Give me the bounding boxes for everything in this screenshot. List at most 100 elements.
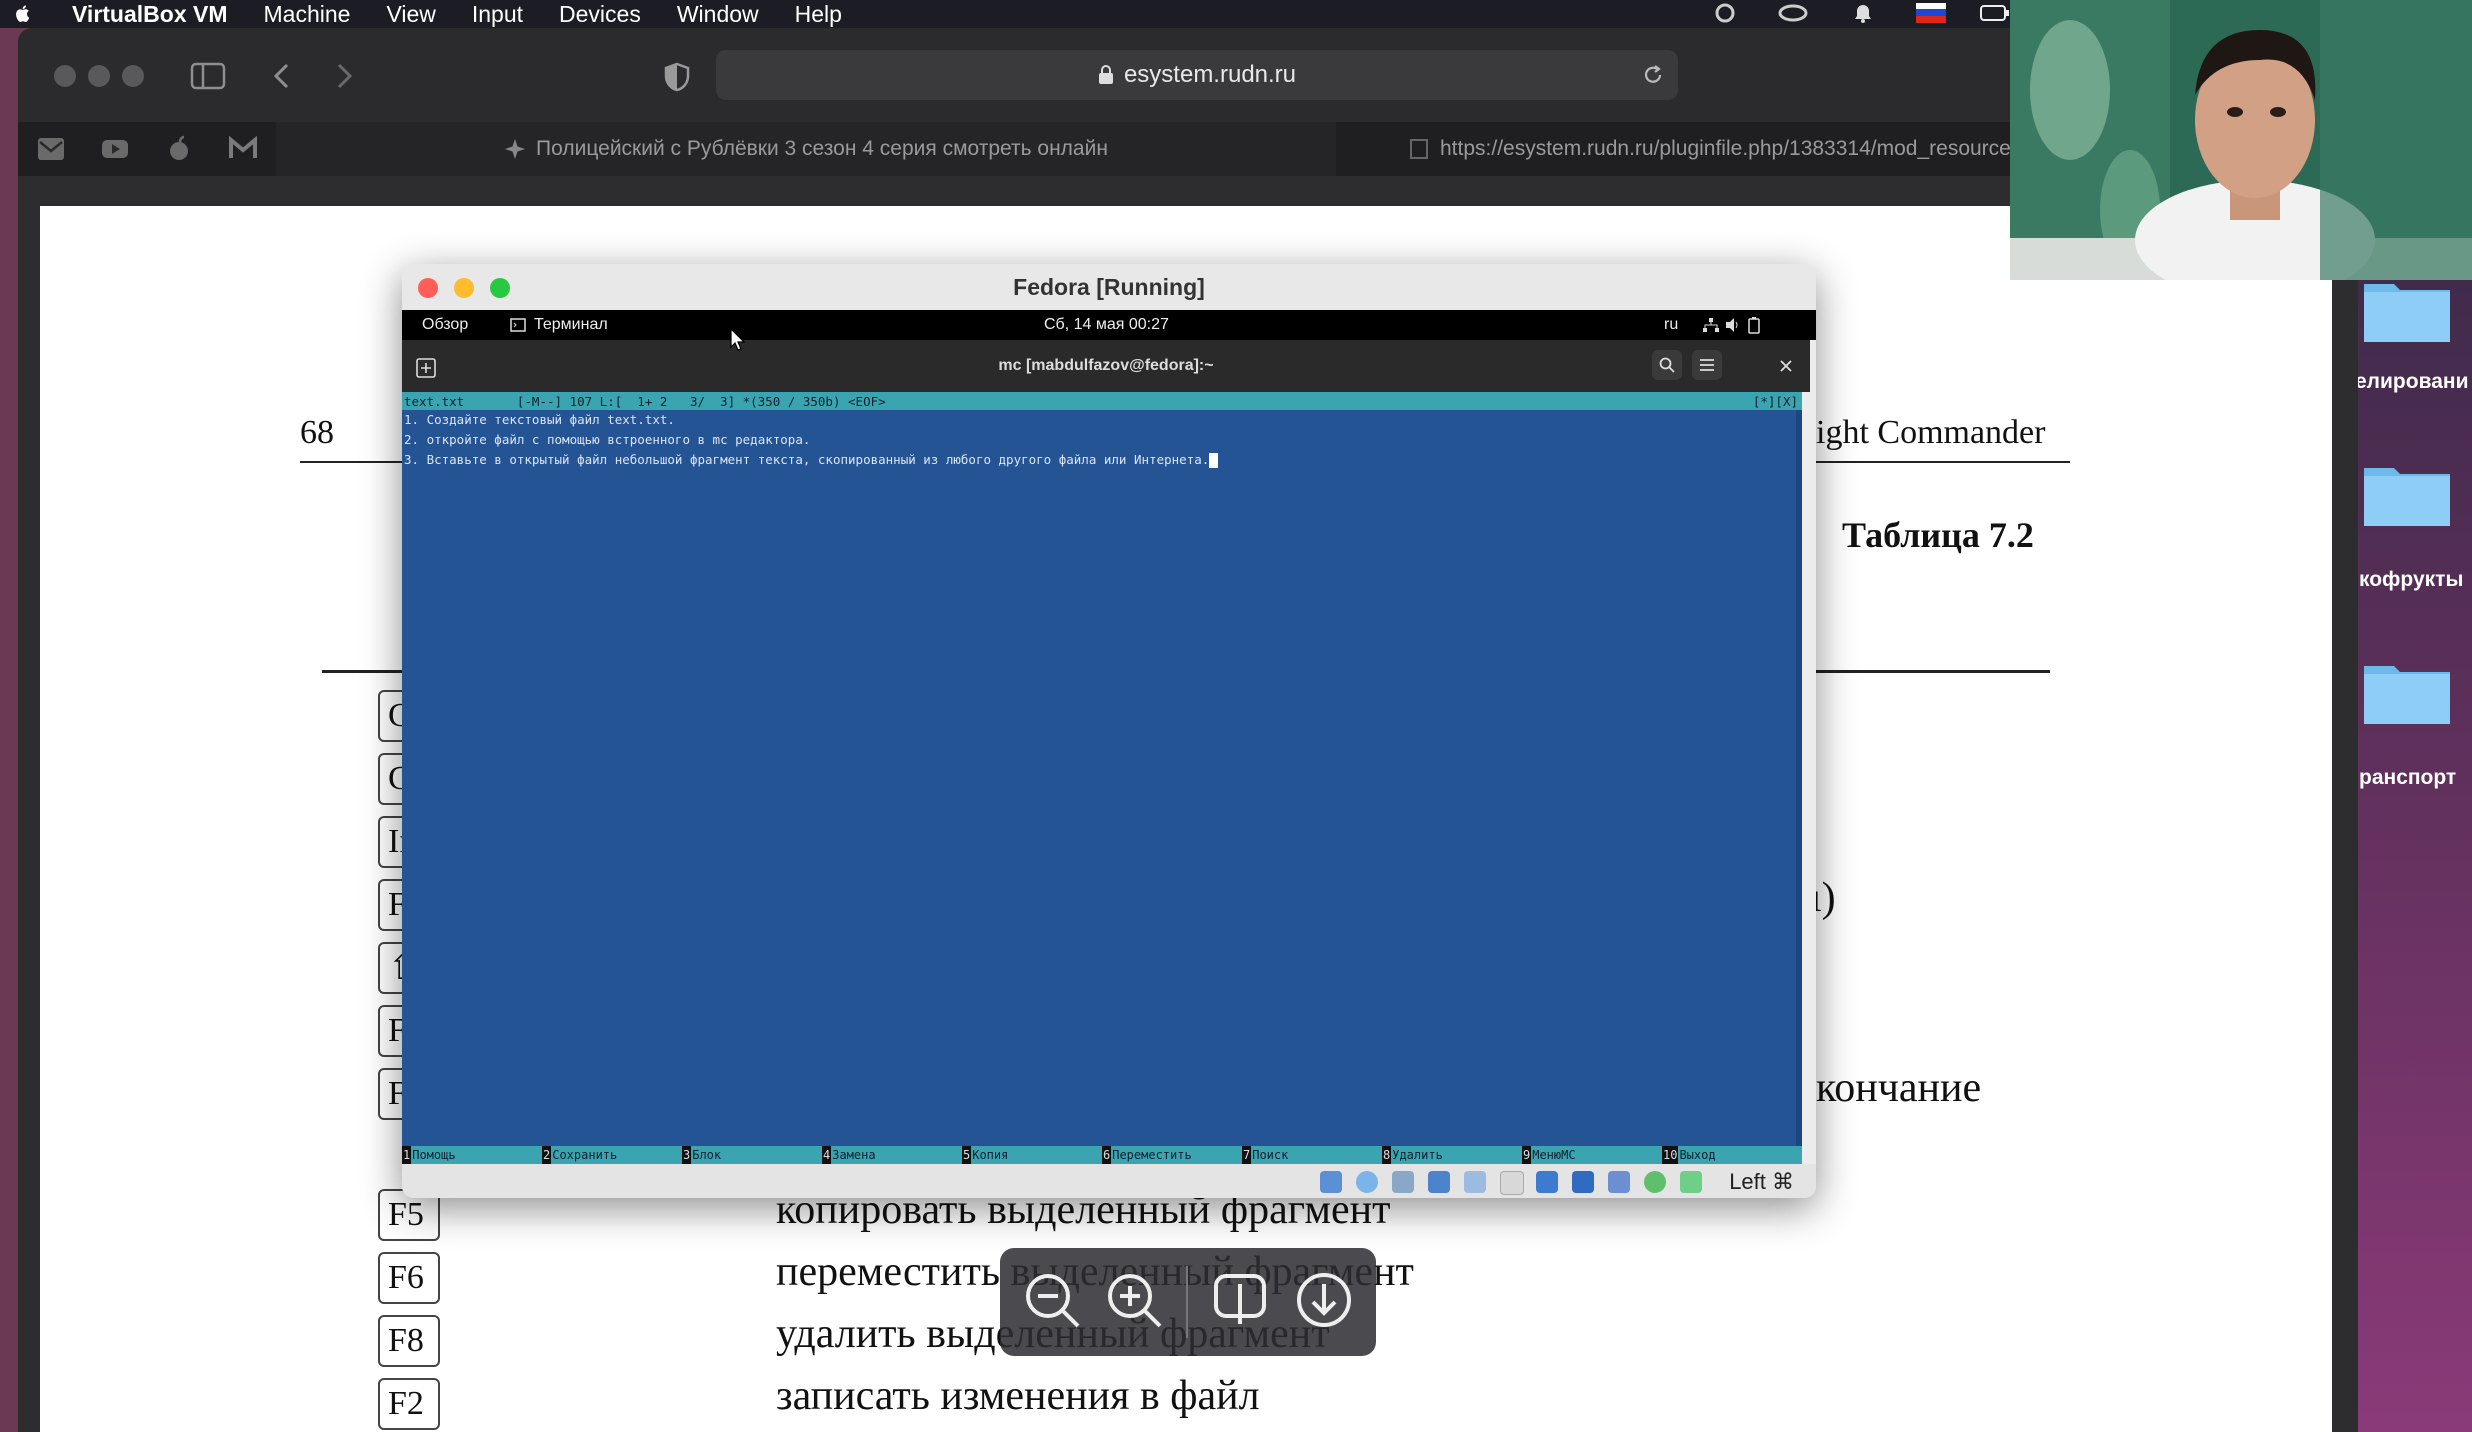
webcam-video-overlay <box>2010 0 2472 280</box>
fkey-exit[interactable]: 10 Выход <box>1662 1146 1802 1164</box>
usb-icon[interactable] <box>1464 1171 1486 1193</box>
close-icon[interactable] <box>1780 360 1792 372</box>
key-label: F2 <box>378 1378 440 1430</box>
notification-bell-icon[interactable] <box>1850 2 1876 24</box>
fkey-replace[interactable]: 4 Замена <box>822 1146 962 1164</box>
window-zoom-button[interactable] <box>122 65 144 87</box>
russian-flag-icon[interactable] <box>1916 2 1946 24</box>
vm-statusbar: Left ⌘ <box>402 1164 1816 1198</box>
webcam-person-image <box>2010 0 2472 280</box>
hamburger-menu-icon <box>1700 359 1714 371</box>
fkey-copy[interactable]: 5 Копия <box>962 1146 1102 1164</box>
terminal-search-button[interactable] <box>1652 350 1682 380</box>
page-number: 68 <box>300 414 334 451</box>
folder-label[interactable]: ранспорт <box>2355 766 2472 790</box>
sync-icon[interactable] <box>1776 2 1810 24</box>
key-description: записать изменения в файл <box>776 1373 1260 1419</box>
folder-label[interactable]: кофрукты <box>2355 568 2472 592</box>
activities-button[interactable]: Обзор <box>422 316 468 334</box>
browser-tab[interactable]: Полицейский с Рублёвки 3 сезон 4 серия с… <box>276 122 1336 176</box>
video-capture-icon[interactable] <box>1572 1171 1594 1193</box>
save-to-drive-icon[interactable] <box>1210 1270 1270 1330</box>
virtualbox-vm-window: Fedora [Running] Обзор Терминал Сб, 14 м… <box>402 264 1816 1198</box>
creative-cloud-icon[interactable] <box>1710 2 1740 24</box>
cpu-icon[interactable] <box>1608 1171 1630 1193</box>
menu-input[interactable]: Input <box>472 1 523 28</box>
address-bar[interactable]: esystem.rudn.ru <box>716 50 1678 100</box>
editor-text-line[interactable]: 2. откройте файл с помощью встроенного в… <box>404 432 810 447</box>
terminal-menu-button[interactable] <box>1692 350 1722 380</box>
mouse-pointer-icon <box>730 328 746 351</box>
fkey-menu[interactable]: 9 МенюMC <box>1522 1146 1662 1164</box>
guest-additions-icon[interactable] <box>1644 1171 1666 1193</box>
volume-icon[interactable] <box>1724 317 1742 333</box>
pdf-zoom-toolbar <box>1000 1248 1376 1356</box>
shared-folders-icon[interactable] <box>1500 1171 1524 1195</box>
menu-machine[interactable]: Machine <box>264 1 351 28</box>
forward-icon[interactable] <box>334 62 354 90</box>
mail-favicon-icon[interactable] <box>36 134 66 164</box>
gmail-favicon-icon[interactable] <box>228 134 258 164</box>
mouse-integration-icon[interactable] <box>1680 1171 1702 1193</box>
apple-favicon-icon[interactable] <box>164 134 194 164</box>
host-key-indicator[interactable]: Left ⌘ <box>1729 1169 1794 1195</box>
keyboard-layout-indicator[interactable]: ru <box>1664 316 1678 334</box>
fkey-block[interactable]: 3 Блок <box>682 1146 822 1164</box>
document-favicon-icon <box>1410 139 1428 159</box>
apple-icon[interactable] <box>14 4 32 24</box>
power-battery-icon[interactable] <box>1748 316 1760 334</box>
mc-status-info: text.txt [-M--] 107 L:[ 1+ 2 3/ 3] *(350… <box>404 394 886 409</box>
sidebar-toggle-icon[interactable] <box>190 62 226 90</box>
vm-title: Fedora [Running] <box>1013 274 1205 300</box>
back-icon[interactable] <box>272 62 292 90</box>
window-minimize-button[interactable] <box>88 65 110 87</box>
mc-status-flags: [*][X] <box>1752 394 1798 409</box>
star-favicon-icon <box>505 139 526 159</box>
zoom-in-icon[interactable] <box>1104 1270 1164 1330</box>
tab-label: Полицейский с Рублёвки 3 сезон 4 серия с… <box>536 137 1108 160</box>
key-label: F6 <box>378 1252 440 1304</box>
fkey-search[interactable]: 7 Поиск <box>1242 1146 1382 1164</box>
audio-icon[interactable] <box>1392 1171 1414 1193</box>
editor-scrollbar[interactable] <box>1796 410 1802 1146</box>
battery-icon[interactable] <box>1980 2 2010 24</box>
menu-window[interactable]: Window <box>677 1 759 28</box>
terminal-headerbar: mc [mabdulfazov@fedora]:~ <box>402 340 1810 392</box>
lock-icon <box>1098 65 1113 84</box>
table-caption: Таблица 7.2 <box>1842 515 2034 555</box>
window-close-button[interactable] <box>54 65 76 87</box>
network-adapter-icon[interactable] <box>1428 1171 1450 1193</box>
optical-drive-icon[interactable] <box>1356 1171 1378 1193</box>
folder-icon[interactable] <box>2362 272 2452 344</box>
menu-help[interactable]: Help <box>795 1 842 28</box>
fkey-help[interactable]: 1 Помощь <box>402 1146 542 1164</box>
folder-label[interactable]: елировани <box>2355 370 2472 394</box>
folder-icon[interactable] <box>2362 654 2452 726</box>
menu-app-name[interactable]: VirtualBox VM <box>72 1 228 28</box>
youtube-favicon-icon[interactable] <box>100 134 130 164</box>
toolbar-divider <box>1186 1266 1188 1338</box>
menu-devices[interactable]: Devices <box>559 1 641 28</box>
tab-bar: Полицейский с Рублёвки 3 сезон 4 серия с… <box>18 122 2358 176</box>
privacy-shield-icon[interactable] <box>664 62 690 92</box>
editor-text-line: 3. Вставьте в открытый файл небольшой фр… <box>404 452 1210 467</box>
editor-text-line-current[interactable]: 3. Вставьте в открытый файл небольшой фр… <box>404 452 1219 468</box>
display-icon[interactable] <box>1536 1171 1558 1193</box>
reload-icon[interactable] <box>1642 64 1664 86</box>
mc-editor[interactable]: text.txt [-M--] 107 L:[ 1+ 2 3/ 3] *(350… <box>402 392 1802 1164</box>
menu-view[interactable]: View <box>386 1 435 28</box>
tab-label: https://esystem.rudn.ru/pluginfile.php/1… <box>1440 137 2011 160</box>
fkey-save[interactable]: 2 Сохранить <box>542 1146 682 1164</box>
app-menu-terminal[interactable]: Терминал <box>534 316 608 334</box>
address-bar-url: esystem.rudn.ru <box>1123 61 1297 88</box>
network-icon[interactable] <box>1702 317 1720 333</box>
table-text-fragment: кончание <box>1816 1065 1982 1111</box>
download-icon[interactable] <box>1294 1270 1354 1330</box>
folder-icon[interactable] <box>2362 456 2452 528</box>
gnome-clock[interactable]: Сб, 14 мая 00:27 <box>1044 316 1169 334</box>
editor-text-line[interactable]: 1. Создайте текстовый файл text.txt. <box>404 412 675 427</box>
zoom-out-icon[interactable] <box>1022 1270 1082 1330</box>
fkey-delete[interactable]: 8 Удалить <box>1382 1146 1522 1164</box>
hard-disk-icon[interactable] <box>1320 1171 1342 1193</box>
fkey-move[interactable]: 6 Переместить <box>1102 1146 1242 1164</box>
